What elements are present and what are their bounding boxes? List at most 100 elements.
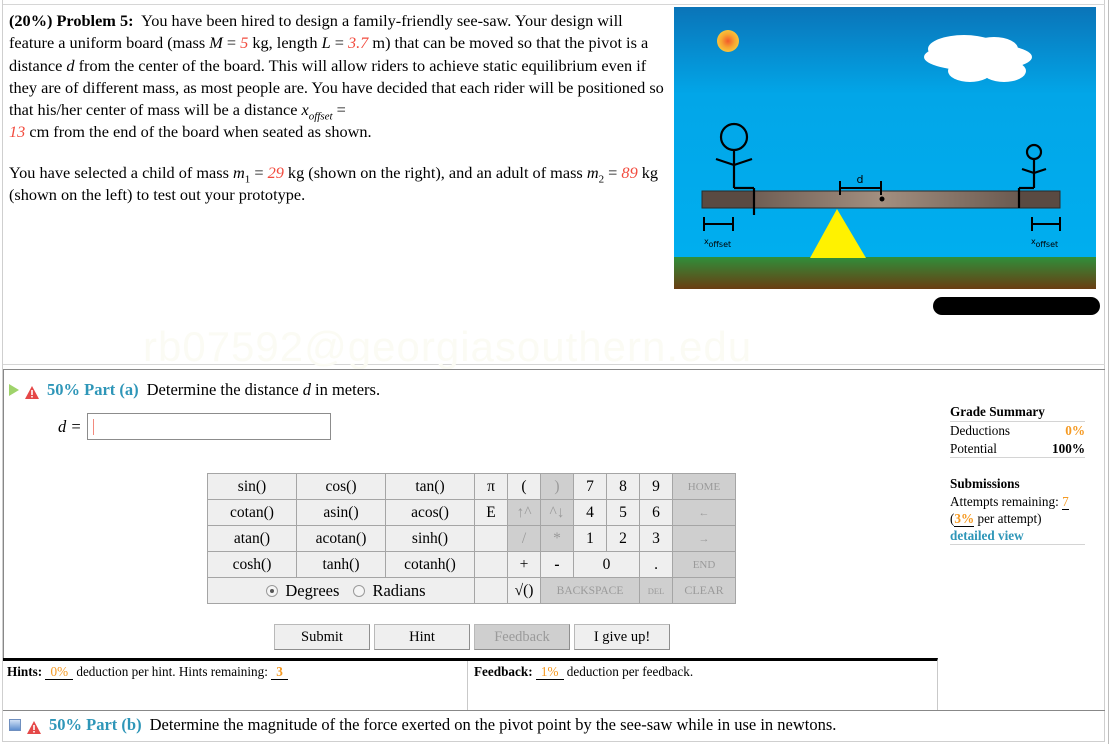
value-adult-mass: 89 — [621, 162, 638, 182]
key-asin[interactable]: asin() — [296, 499, 386, 526]
key-2[interactable]: 2 — [606, 525, 640, 552]
hint-button[interactable]: Hint — [374, 624, 470, 650]
deductions-value: 0% — [1065, 423, 1085, 438]
part-a-header: 50% Part (a) Determine the distance d in… — [9, 380, 380, 400]
sun-icon — [717, 30, 739, 52]
key-7[interactable]: 7 — [573, 473, 607, 500]
value-child-mass: 29 — [267, 162, 284, 182]
feedback-text: deduction per feedback. — [566, 664, 694, 679]
key-0[interactable]: 0 — [573, 551, 640, 578]
key-sinh[interactable]: sinh() — [385, 525, 475, 552]
text: = — [250, 162, 268, 182]
text: kg (shown on the right), and an adult of… — [283, 162, 587, 182]
key-tanh[interactable]: tanh() — [296, 551, 386, 578]
key-6[interactable]: 6 — [639, 499, 673, 526]
potential-label: Potential — [950, 440, 997, 456]
key-plus[interactable]: + — [507, 551, 541, 578]
feedback-info: Feedback: 1% deduction per feedback. — [474, 664, 693, 680]
var-x-sub: offset — [308, 110, 333, 123]
key-9[interactable]: 9 — [639, 473, 673, 500]
key-right-arrow[interactable]: → — [672, 525, 736, 552]
feedback-label: Feedback: — [474, 664, 533, 679]
key-tan[interactable]: tan() — [385, 473, 475, 500]
submit-button[interactable]: Submit — [274, 624, 370, 650]
text: cm from the end of the board when seated… — [25, 122, 372, 142]
problem-weight: (20%) — [9, 11, 53, 30]
radio-degrees[interactable] — [266, 584, 279, 597]
key-power-down[interactable]: ^↓ — [540, 499, 574, 526]
watermark: rb07592@georgiasouthern.edu — [143, 323, 753, 370]
var-m1: m — [232, 162, 245, 182]
feedback-deduction: 1% — [535, 664, 564, 680]
text: kg, length — [248, 33, 322, 53]
key-divide[interactable]: / — [507, 525, 541, 552]
key-e[interactable]: E — [474, 499, 508, 526]
key-blank — [474, 551, 508, 578]
give-up-button[interactable]: I give up! — [574, 624, 670, 650]
answer-input[interactable] — [86, 413, 331, 440]
key-3[interactable]: 3 — [639, 525, 673, 552]
key-decimal[interactable]: . — [639, 551, 673, 578]
var-L: L — [321, 33, 331, 53]
key-cos[interactable]: cos() — [296, 473, 386, 500]
divider — [467, 661, 468, 710]
submissions-block: Attempts remaining: 7 (3% per attempt) d… — [950, 493, 1085, 545]
seesaw-illustration: d xoffset xoffset — [674, 7, 1096, 289]
key-cosh[interactable]: cosh() — [207, 551, 297, 578]
text: = — [332, 100, 346, 120]
key-delete[interactable]: DEL — [639, 577, 673, 604]
feedback-button[interactable]: Feedback — [474, 624, 570, 650]
key-8[interactable]: 8 — [606, 473, 640, 500]
key-acos[interactable]: acos() — [385, 499, 475, 526]
value-x-offset: 13 — [9, 122, 26, 142]
radio-radians[interactable] — [353, 584, 366, 597]
key-left-arrow[interactable]: ← — [672, 499, 736, 526]
key-rparen[interactable]: ) — [540, 473, 574, 500]
key-4[interactable]: 4 — [573, 499, 607, 526]
text: = — [330, 33, 348, 53]
problem-paragraph-1: (20%) Problem 5: You have been hired to … — [9, 10, 669, 144]
hints-text: deduction per hint. Hints remaining: — [76, 664, 268, 679]
board-center-dot — [879, 196, 885, 202]
scrollbar-track[interactable] — [1108, 0, 1109, 744]
part-b-question: Determine the magnitude of the force exe… — [149, 715, 837, 734]
key-minus[interactable]: - — [540, 551, 574, 578]
collapsed-part-icon[interactable] — [9, 719, 21, 731]
radio-radians-label[interactable]: Radians — [372, 581, 425, 601]
per-attempt-text: per attempt) — [974, 511, 1042, 526]
var-d: d — [66, 55, 75, 75]
var-x: x — [301, 100, 309, 120]
key-1[interactable]: 1 — [573, 525, 607, 552]
key-5[interactable]: 5 — [606, 499, 640, 526]
radio-degrees-label[interactable]: Degrees — [285, 581, 339, 601]
key-cotan[interactable]: cotan() — [207, 499, 297, 526]
deductions-label: Deductions — [950, 423, 1011, 438]
key-sin[interactable]: sin() — [207, 473, 297, 500]
key-power-up[interactable]: ↑^ — [507, 499, 541, 526]
calculator-keypad: sin() cos() tan() π ( ) 7 8 9 HOME cotan… — [207, 473, 736, 604]
key-backspace[interactable]: BACKSPACE — [540, 577, 640, 604]
problem-label: Problem 5: — [56, 11, 134, 30]
key-end[interactable]: END — [672, 551, 736, 578]
key-cotanh[interactable]: cotanh() — [385, 551, 475, 578]
ground — [674, 257, 1096, 289]
part-a-question-text: Determine the distance — [146, 380, 299, 399]
part-b-header[interactable]: 50% Part (b) Determine the magnitude of … — [9, 715, 836, 735]
part-a-question-text-end: in meters. — [315, 380, 381, 399]
var-M: M — [209, 33, 223, 53]
expand-play-icon[interactable] — [9, 384, 19, 396]
d-label: d — [857, 173, 864, 186]
key-lparen[interactable]: ( — [507, 473, 541, 500]
key-atan[interactable]: atan() — [207, 525, 297, 552]
key-acotan[interactable]: acotan() — [296, 525, 386, 552]
problem-text: (20%) Problem 5: You have been hired to … — [9, 10, 669, 220]
key-multiply[interactable]: * — [540, 525, 574, 552]
key-pi[interactable]: π — [474, 473, 508, 500]
key-sqrt[interactable]: √() — [507, 577, 541, 604]
warning-icon — [25, 384, 39, 399]
key-clear[interactable]: CLEAR — [672, 577, 736, 604]
key-home[interactable]: HOME — [672, 473, 736, 500]
text: = — [222, 33, 241, 53]
detailed-view-link[interactable]: detailed view — [950, 527, 1085, 544]
submissions-title: Submissions — [950, 476, 1020, 491]
